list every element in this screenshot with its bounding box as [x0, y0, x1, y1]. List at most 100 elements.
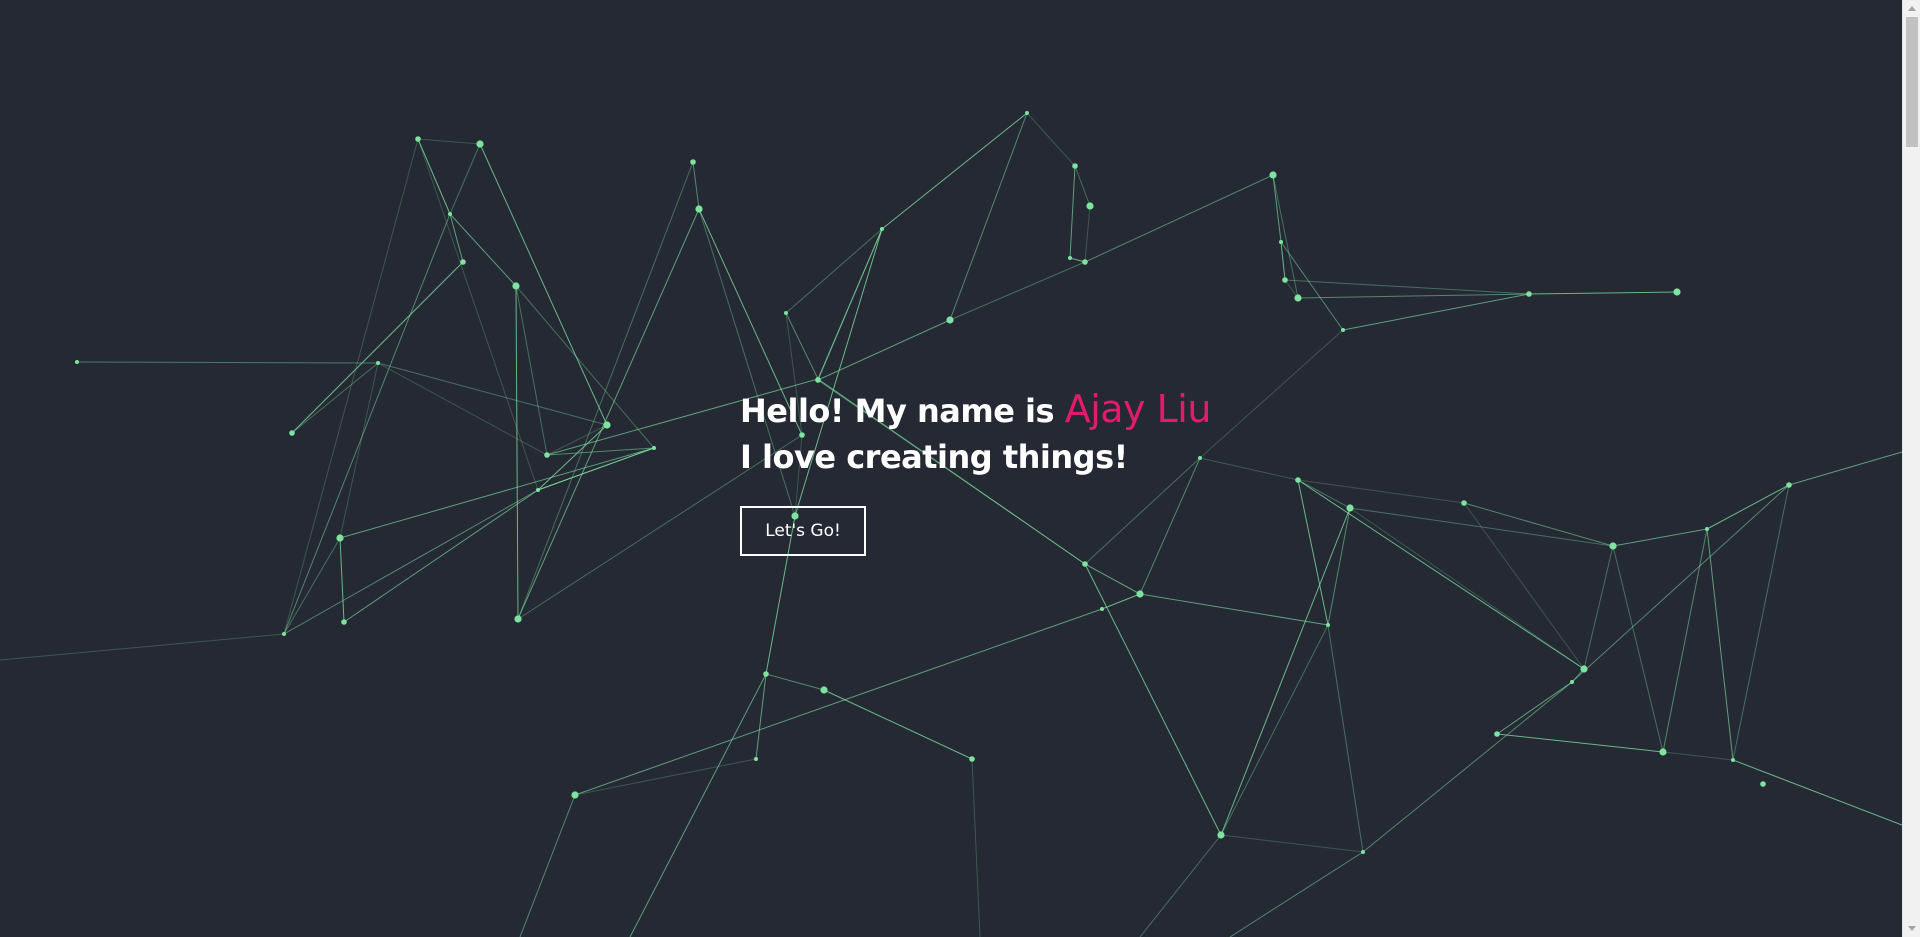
network-node	[969, 756, 975, 762]
scroll-down-arrow-icon[interactable]	[1903, 920, 1920, 937]
network-node	[1082, 259, 1088, 265]
network-link	[1349, 507, 1585, 670]
network-node	[946, 316, 954, 324]
network-node	[571, 791, 579, 799]
scroll-up-arrow-icon[interactable]	[1903, 0, 1920, 17]
network-node	[1068, 256, 1072, 260]
network-node	[1326, 623, 1330, 627]
network-link	[1732, 759, 1902, 826]
network-link	[1788, 451, 1902, 486]
network-link	[1612, 545, 1664, 753]
network-link	[823, 689, 973, 760]
network-node	[536, 488, 540, 492]
network-node	[1217, 831, 1225, 839]
network-link	[1327, 507, 1351, 626]
lets-go-button[interactable]: Let's Go!	[740, 506, 866, 556]
page-scrollbar[interactable]	[1902, 0, 1920, 937]
network-link	[574, 758, 757, 796]
network-node	[1136, 590, 1144, 598]
network-node	[784, 311, 788, 315]
network-link	[0, 633, 285, 661]
network-link	[283, 138, 419, 635]
network-link	[1463, 502, 1614, 547]
network-node	[1346, 504, 1354, 512]
network-link	[1026, 112, 1076, 167]
network-link	[377, 362, 608, 426]
network-link	[417, 138, 481, 145]
network-link	[283, 489, 539, 635]
network-node	[1786, 482, 1792, 488]
network-node	[460, 259, 466, 265]
network-node	[448, 212, 452, 216]
network-link	[1662, 751, 1734, 761]
network-node	[880, 227, 884, 231]
network-link	[537, 424, 608, 491]
network-node	[415, 136, 421, 142]
network-node	[544, 452, 550, 458]
network-node	[289, 430, 295, 436]
network-link	[1101, 593, 1141, 610]
network-link	[517, 208, 700, 620]
network-link	[1199, 457, 1299, 481]
network-node	[695, 205, 703, 213]
network-link	[1069, 165, 1076, 259]
network-link	[1220, 834, 1364, 853]
network-link	[339, 447, 655, 539]
network-link	[515, 285, 519, 620]
network-link	[785, 228, 883, 314]
network-node	[282, 632, 286, 636]
network-node	[1609, 542, 1617, 550]
network-node	[1072, 163, 1078, 169]
network-link	[1342, 293, 1530, 331]
network-link	[515, 285, 655, 449]
network-node	[476, 140, 484, 148]
network-node	[1086, 202, 1094, 210]
network-link	[76, 361, 379, 364]
network-link	[1220, 507, 1351, 836]
network-node	[603, 421, 611, 429]
network-link	[546, 424, 608, 456]
network-node	[1279, 240, 1283, 244]
network-link	[1362, 681, 1573, 853]
network-link	[817, 319, 951, 381]
network-link	[1297, 479, 1465, 504]
network-link	[1280, 241, 1344, 331]
network-link	[1528, 291, 1678, 295]
network-link	[1297, 479, 1351, 509]
network-link	[283, 213, 451, 635]
network-link	[692, 161, 700, 210]
hero-tagline: I love creating things!	[740, 438, 1128, 476]
network-node	[1673, 288, 1681, 296]
network-link	[1496, 733, 1664, 753]
network-link	[1732, 484, 1790, 761]
scrollbar-thumb[interactable]	[1906, 17, 1918, 147]
network-link	[629, 673, 767, 937]
network-node	[1100, 607, 1104, 611]
network-node	[512, 282, 520, 290]
network-node	[514, 615, 522, 623]
network-node	[1361, 850, 1365, 854]
network-link	[1199, 329, 1344, 459]
hero-intro-line: Hello! My name is Ajay Liu	[740, 386, 1211, 434]
network-link	[417, 138, 451, 215]
network-node	[1341, 328, 1345, 332]
network-link	[283, 537, 341, 635]
network-link	[417, 138, 539, 491]
network-link	[1084, 563, 1141, 595]
network-link	[1463, 502, 1585, 670]
network-link	[1583, 545, 1614, 670]
network-link	[1220, 624, 1329, 836]
network-node	[1570, 680, 1574, 684]
network-node	[815, 377, 821, 383]
network-link	[971, 758, 981, 937]
hero-name: Ajay Liu	[1064, 387, 1212, 431]
network-node	[1461, 500, 1467, 506]
network-link	[1229, 851, 1364, 937]
network-link	[1612, 528, 1708, 547]
network-node	[1269, 171, 1277, 179]
network-node	[1705, 527, 1709, 531]
network-link	[1327, 624, 1364, 853]
network-node	[1526, 291, 1532, 297]
network-node	[1494, 731, 1500, 737]
hero-heading: Hello! My name is Ajay Liu I love creati…	[740, 386, 1211, 480]
